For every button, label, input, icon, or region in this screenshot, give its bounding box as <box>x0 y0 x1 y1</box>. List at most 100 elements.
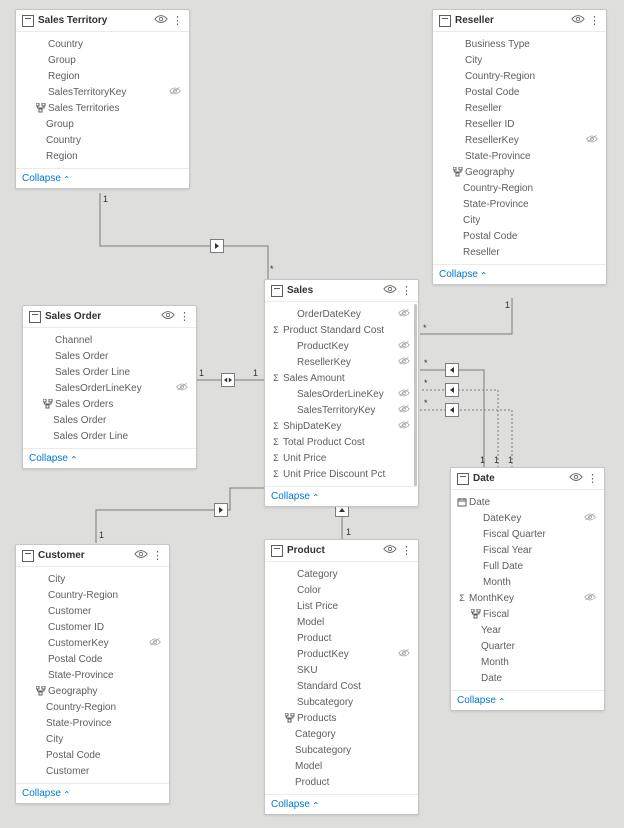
field-row[interactable]: Color <box>265 582 418 598</box>
field-row[interactable]: State-Province <box>16 715 169 731</box>
field-row[interactable]: Sales Order <box>23 412 196 428</box>
scrollbar[interactable] <box>414 304 417 486</box>
collapse-button[interactable]: Collapse⌄ <box>16 168 189 188</box>
filter-direction-icon[interactable] <box>221 373 235 387</box>
more-icon[interactable]: ⋮ <box>401 284 412 297</box>
field-row[interactable]: Sales Territories <box>16 100 189 116</box>
more-icon[interactable]: ⋮ <box>587 472 598 485</box>
field-row[interactable]: SalesOrderLineKey <box>23 380 196 396</box>
field-row[interactable]: ShipDateKey <box>265 418 418 434</box>
table-date[interactable]: Date ⋮ DateDateKeyFiscal QuarterFiscal Y… <box>450 467 605 711</box>
field-row[interactable]: Sales Order <box>23 348 196 364</box>
field-row[interactable]: Channel <box>23 332 196 348</box>
table-reseller[interactable]: Reseller ⋮ Business TypeCityCountry-Regi… <box>432 9 607 285</box>
field-row[interactable]: Postal Code <box>16 651 169 667</box>
table-sales-territory[interactable]: Sales Territory ⋮ CountryGroupRegionSale… <box>15 9 190 189</box>
field-row[interactable]: Sales Order Line <box>23 428 196 444</box>
field-row[interactable]: Product <box>265 630 418 646</box>
field-row[interactable]: Month <box>451 654 604 670</box>
visibility-icon[interactable] <box>154 14 168 27</box>
field-row[interactable]: Unit Price Discount Pct <box>265 466 418 482</box>
field-row[interactable]: SalesOrderLineKey <box>265 386 418 402</box>
table-product[interactable]: Product ⋮ CategoryColorList PriceModelPr… <box>264 539 419 815</box>
visibility-icon[interactable] <box>383 544 397 557</box>
field-row[interactable]: ResellerKey <box>433 132 606 148</box>
field-row[interactable]: Category <box>265 566 418 582</box>
more-icon[interactable]: ⋮ <box>589 14 600 27</box>
field-row[interactable]: Fiscal <box>451 606 604 622</box>
field-row[interactable]: Customer <box>16 763 169 779</box>
field-row[interactable]: Subcategory <box>265 742 418 758</box>
field-row[interactable]: Model <box>265 614 418 630</box>
more-icon[interactable]: ⋮ <box>172 14 183 27</box>
field-row[interactable]: ResellerKey <box>265 354 418 370</box>
visibility-icon[interactable] <box>569 472 583 485</box>
field-row[interactable]: ProductKey <box>265 338 418 354</box>
field-row[interactable]: Month <box>451 574 604 590</box>
field-row[interactable]: Model <box>265 758 418 774</box>
more-icon[interactable]: ⋮ <box>179 310 190 323</box>
field-row[interactable]: Total Product Cost <box>265 434 418 450</box>
field-row[interactable]: Country <box>16 132 189 148</box>
field-row[interactable]: Country-Region <box>433 180 606 196</box>
field-row[interactable]: Country <box>16 36 189 52</box>
field-row[interactable]: Date <box>451 670 604 686</box>
field-row[interactable]: Sales Amount <box>265 370 418 386</box>
field-row[interactable]: Unit Price <box>265 450 418 466</box>
field-row[interactable]: State-Province <box>16 667 169 683</box>
field-row[interactable]: List Price <box>265 598 418 614</box>
field-row[interactable]: Product <box>265 774 418 790</box>
visibility-icon[interactable] <box>161 310 175 323</box>
field-row[interactable]: Reseller <box>433 244 606 260</box>
visibility-icon[interactable] <box>134 549 148 562</box>
field-row[interactable]: City <box>433 52 606 68</box>
filter-direction-icon[interactable] <box>210 239 224 253</box>
field-row[interactable]: City <box>16 731 169 747</box>
field-row[interactable]: State-Province <box>433 196 606 212</box>
field-row[interactable]: Business Type <box>433 36 606 52</box>
field-row[interactable]: City <box>433 212 606 228</box>
field-row[interactable]: Group <box>16 52 189 68</box>
more-icon[interactable]: ⋮ <box>152 549 163 562</box>
field-row[interactable]: Customer <box>16 603 169 619</box>
field-row[interactable]: Region <box>16 148 189 164</box>
field-row[interactable]: Quarter <box>451 638 604 654</box>
visibility-icon[interactable] <box>571 14 585 27</box>
filter-direction-icon[interactable] <box>445 363 459 377</box>
field-row[interactable]: ProductKey <box>265 646 418 662</box>
field-row[interactable]: Customer ID <box>16 619 169 635</box>
collapse-button[interactable]: Collapse⌄ <box>265 794 418 814</box>
field-row[interactable]: Postal Code <box>433 228 606 244</box>
field-row[interactable]: Reseller <box>433 100 606 116</box>
more-icon[interactable]: ⋮ <box>401 544 412 557</box>
field-row[interactable]: Sales Orders <box>23 396 196 412</box>
field-row[interactable]: SalesTerritoryKey <box>265 402 418 418</box>
field-row[interactable]: Date <box>451 494 604 510</box>
field-row[interactable]: OrderDateKey <box>265 306 418 322</box>
field-row[interactable]: CustomerKey <box>16 635 169 651</box>
field-row[interactable]: Group <box>16 116 189 132</box>
table-sales-order[interactable]: Sales Order ⋮ ChannelSales OrderSales Or… <box>22 305 197 469</box>
field-row[interactable]: Category <box>265 726 418 742</box>
filter-direction-icon[interactable] <box>445 403 459 417</box>
field-row[interactable]: Geography <box>433 164 606 180</box>
field-row[interactable]: SalesTerritoryKey <box>16 84 189 100</box>
table-customer[interactable]: Customer ⋮ CityCountry-RegionCustomerCus… <box>15 544 170 804</box>
collapse-button[interactable]: Collapse⌄ <box>23 448 196 468</box>
field-row[interactable]: Country-Region <box>16 699 169 715</box>
field-row[interactable]: MonthKey <box>451 590 604 606</box>
field-row[interactable]: Country-Region <box>433 68 606 84</box>
collapse-button[interactable]: Collapse⌄ <box>433 264 606 284</box>
visibility-icon[interactable] <box>383 284 397 297</box>
filter-direction-icon[interactable] <box>214 503 228 517</box>
field-row[interactable]: Reseller ID <box>433 116 606 132</box>
field-row[interactable]: Country-Region <box>16 587 169 603</box>
field-row[interactable]: Fiscal Year <box>451 542 604 558</box>
field-row[interactable]: Subcategory <box>265 694 418 710</box>
field-row[interactable]: City <box>16 571 169 587</box>
field-row[interactable]: Product Standard Cost <box>265 322 418 338</box>
field-row[interactable]: Region <box>16 68 189 84</box>
table-sales[interactable]: Sales ⋮ OrderDateKeyProduct Standard Cos… <box>264 279 419 507</box>
field-row[interactable]: Geography <box>16 683 169 699</box>
field-row[interactable]: Year <box>451 622 604 638</box>
